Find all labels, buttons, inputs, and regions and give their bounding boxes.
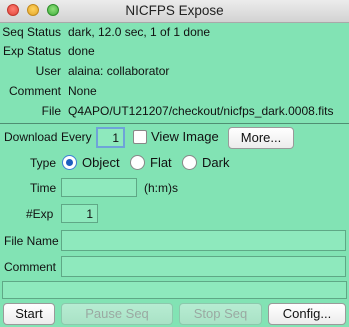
download-label: Download	[4, 130, 58, 144]
type-object-label: Object	[82, 155, 120, 170]
window-title: NICFPS Expose	[125, 3, 224, 18]
type-flat-radio[interactable]	[130, 155, 145, 170]
config-button[interactable]: Config...	[268, 303, 346, 325]
type-label: Type	[30, 156, 57, 170]
time-input[interactable]	[61, 178, 137, 197]
status-bar	[2, 281, 347, 299]
user-row: User alaina: collaborator	[0, 62, 349, 81]
exp-status-value: done	[68, 44, 95, 58]
comment-status-row: Comment None	[0, 82, 349, 101]
comment-field-label: Comment	[4, 260, 57, 274]
file-value: Q4APO/UT121207/checkout/nicfps_dark.0008…	[68, 104, 334, 118]
more-button[interactable]: More...	[228, 127, 294, 149]
time-units-label: (h:m)s	[144, 181, 178, 195]
seq-status-row: Seq Status dark, 12.0 sec, 1 of 1 done	[0, 23, 349, 42]
download-every-input[interactable]	[96, 127, 125, 148]
comment-status-value: None	[68, 84, 97, 98]
type-dark-radio[interactable]	[182, 155, 197, 170]
user-label: User	[35, 64, 61, 78]
start-button[interactable]: Start	[3, 303, 55, 325]
file-row: File Q4APO/UT121207/checkout/nicfps_dark…	[0, 102, 349, 121]
exp-status-row: Exp Status done	[0, 42, 349, 61]
stop-seq-button[interactable]: Stop Seq	[179, 303, 262, 325]
every-label: Every	[61, 130, 92, 144]
time-label: Time	[30, 181, 57, 195]
expose-window: NICFPS Expose Seq Status dark, 12.0 sec,…	[0, 0, 349, 327]
type-object-radio[interactable]	[62, 155, 77, 170]
num-exp-input[interactable]	[61, 204, 98, 223]
comment-status-label: Comment	[8, 84, 61, 98]
file-name-label: File Name	[4, 234, 59, 248]
exp-status-label: Exp Status	[2, 44, 61, 58]
user-value: alaina: collaborator	[68, 64, 170, 78]
seq-status-value: dark, 12.0 sec, 1 of 1 done	[68, 25, 211, 39]
view-image-label: View Image	[151, 129, 219, 144]
view-image-checkbox[interactable]	[133, 130, 147, 144]
seq-status-label: Seq Status	[2, 25, 61, 39]
type-flat-label: Flat	[150, 155, 172, 170]
num-exp-label: #Exp	[26, 207, 54, 221]
file-label: File	[41, 104, 61, 118]
comment-input[interactable]	[61, 256, 346, 277]
pause-seq-button[interactable]: Pause Seq	[61, 303, 173, 325]
file-name-input[interactable]	[61, 230, 346, 251]
section-divider	[0, 123, 349, 124]
title-bar: NICFPS Expose	[0, 0, 349, 23]
type-dark-label: Dark	[202, 155, 230, 170]
